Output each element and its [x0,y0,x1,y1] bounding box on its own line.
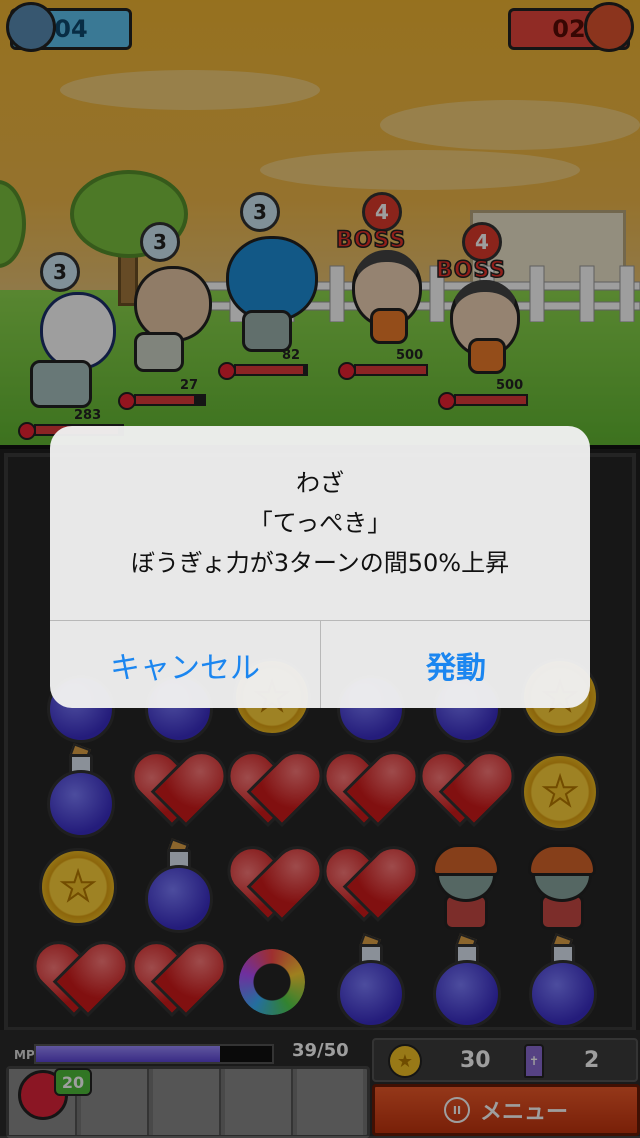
dialog-body: わざ 「てっぺき」 ぼうぎょ力が3ターンの間50%上昇 [50,426,590,620]
skill-description: ぼうぎょ力が3ターンの間50%上昇 [130,549,510,577]
skill-name: 「てっぺき」 [248,509,392,537]
skill-dialog: わざ 「てっぺき」 ぼうぎょ力が3ターンの間50%上昇 キャンセル 発動 [50,426,590,708]
activate-button[interactable]: 発動 [321,621,590,708]
dialog-title: わざ [296,469,344,497]
cancel-button[interactable]: キャンセル [50,621,320,708]
